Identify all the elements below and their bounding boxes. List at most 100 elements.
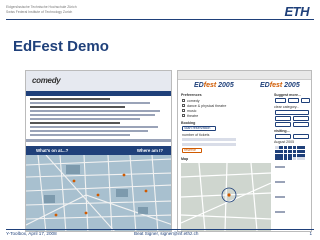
comedy-checkbox[interactable] [182, 99, 185, 102]
listing-line [30, 114, 155, 117]
music-option: music [187, 108, 197, 113]
eth-logo: ETH [284, 4, 310, 19]
city-map[interactable] [26, 154, 171, 231]
listing-divider [26, 139, 171, 142]
comedy-listing-screenshot: comedy What's on at...? Where am I? [25, 70, 172, 232]
calendar-day[interactable] [292, 153, 297, 157]
edfest-booking-screenshot: EDfest 2005 EDfest 2005 Preferences come… [177, 70, 312, 232]
calendar-day[interactable] [279, 146, 283, 149]
listing-line [275, 196, 285, 199]
slide: Eidgenössische Technische Hochschule Zür… [0, 0, 320, 240]
preferences-label: Preferences [181, 93, 202, 97]
calendar-day[interactable] [288, 153, 292, 157]
edfest-year: 2005 [284, 82, 300, 89]
institution-line-2: Swiss Federal Institute of Technology Zu… [6, 9, 73, 14]
venue-map[interactable] [181, 163, 271, 231]
listing-line [30, 122, 120, 125]
calendar-day[interactable] [292, 149, 297, 153]
calendar-day[interactable] [279, 149, 283, 153]
visiting-chip[interactable] [293, 134, 309, 139]
calendar-day[interactable] [301, 149, 305, 153]
listing-line [30, 110, 160, 113]
visiting-chip[interactable] [275, 134, 291, 139]
dance-checkbox[interactable] [182, 104, 185, 107]
browser-toolbar [178, 71, 311, 80]
calendar-day[interactable] [296, 149, 301, 153]
booking-label: Booking [181, 121, 196, 125]
edfest-logo-right: EDfest 2005 [260, 82, 300, 89]
calendar-day[interactable] [283, 149, 288, 153]
listing-line [30, 102, 150, 105]
slide-title: EdFest Demo [13, 38, 109, 55]
city-map-streets [26, 154, 171, 231]
clear-chip[interactable] [275, 122, 291, 127]
reserve-label: reserve [184, 148, 196, 153]
calendar-day[interactable] [283, 153, 288, 157]
calendar-day[interactable] [288, 146, 292, 149]
dance-option: dance & physical theatre [187, 103, 227, 108]
tickets-field[interactable] [182, 138, 236, 141]
listing-line [30, 98, 110, 101]
clear-chip[interactable] [275, 116, 291, 121]
calendar-day[interactable] [301, 157, 305, 161]
listing-line [275, 181, 285, 184]
theatre-checkbox[interactable] [182, 114, 185, 117]
where-am-i-label: Where am I? [136, 148, 163, 153]
clear-chip[interactable] [293, 122, 309, 127]
calendar-day[interactable] [296, 146, 301, 149]
festival-calendar [275, 146, 305, 161]
august-label: August 2005 [274, 140, 295, 144]
listing-line [30, 126, 158, 129]
map-label: Map [181, 157, 189, 161]
music-checkbox[interactable] [182, 109, 185, 112]
calendar-day[interactable] [296, 157, 301, 161]
listing-header: comedy [26, 71, 171, 91]
clear-chip[interactable] [293, 116, 309, 121]
calendar-day[interactable] [301, 153, 305, 157]
clear-category-label: clear category... [274, 105, 300, 109]
calendar-day[interactable] [275, 157, 279, 161]
footer-author: Beat Signer, signer@inf.ethz.ch [134, 231, 199, 236]
calendar-day[interactable] [279, 153, 283, 157]
listing-line [30, 118, 140, 121]
start-reservation-label: Start reservation [184, 126, 211, 131]
map-header: What's on at...? Where am I? [26, 146, 171, 155]
suggest-chip[interactable] [301, 98, 310, 103]
listing-line [30, 134, 130, 137]
suggest-chip[interactable] [275, 98, 286, 103]
calendar-day[interactable] [275, 153, 279, 157]
calendar-day[interactable] [292, 146, 297, 149]
listing-band [26, 91, 171, 96]
tickets-label: number of tickets [182, 133, 210, 137]
calendar-day[interactable] [283, 146, 288, 149]
whats-on-label: What's on at...? [36, 148, 69, 153]
calendar-day[interactable] [288, 157, 292, 161]
institution-name: Eidgenössische Technische Hochschule Zür… [6, 5, 126, 15]
visiting-label: visiting... [274, 129, 290, 133]
calendar-day[interactable] [296, 153, 301, 157]
suggest-chip[interactable] [288, 98, 299, 103]
venue-map-streets [181, 163, 271, 231]
calendar-day[interactable] [275, 149, 279, 153]
calendar-day[interactable] [301, 146, 305, 149]
comedy-brand: comedy [32, 76, 61, 85]
header-divider [6, 19, 314, 20]
edfest-highlight: fest [269, 82, 283, 89]
edfest-prefix: ED [194, 82, 204, 89]
tickets-field[interactable] [182, 143, 236, 146]
calendar-day[interactable] [279, 157, 283, 161]
suggest-more-label: Suggest more... [274, 93, 301, 97]
clear-dance-chip[interactable] [275, 110, 309, 115]
calendar-day[interactable] [275, 146, 279, 149]
calendar-day[interactable] [283, 157, 288, 161]
edfest-year: 2005 [218, 82, 234, 89]
footer-event: Y-Toolbox, April 17, 2008 [6, 231, 57, 236]
listing-line [275, 211, 285, 214]
footer-divider [6, 229, 314, 230]
listing-line [30, 130, 148, 133]
comedy-option: comedy [187, 98, 200, 103]
edfest-logo-left: EDfest 2005 [194, 82, 234, 89]
edfest-prefix: ED [260, 82, 270, 89]
calendar-day[interactable] [292, 157, 297, 161]
calendar-day[interactable] [288, 149, 292, 153]
